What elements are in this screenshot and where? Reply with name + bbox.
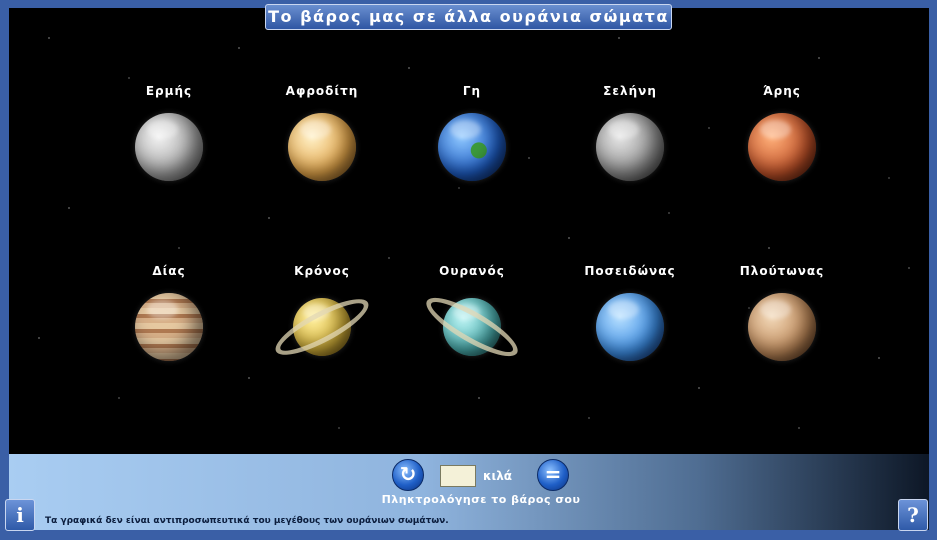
- calculate-button[interactable]: =: [537, 459, 569, 491]
- help-button[interactable]: ?: [898, 499, 928, 531]
- space-background: Ερμής Αφροδίτη Γη Σελήνη Άρης Δίας Κρόνο…: [9, 8, 929, 454]
- weight-input[interactable]: [440, 465, 476, 487]
- planet-label: Γη: [462, 84, 482, 98]
- page-title: Το βάρος μας σε άλλα ουράνια σώματα: [265, 4, 672, 30]
- planet-earth[interactable]: Γη: [397, 84, 547, 192]
- planet-label: Ερμής: [145, 84, 193, 98]
- jupiter-icon: [135, 293, 203, 361]
- planet-label: Αφροδίτη: [285, 84, 359, 98]
- info-icon: i: [16, 503, 24, 527]
- planet-moon[interactable]: Σελήνη: [555, 84, 705, 192]
- planet-neptune[interactable]: Ποσειδώνας: [555, 264, 705, 372]
- mercury-icon: [135, 113, 203, 181]
- moon-icon: [596, 113, 664, 181]
- planet-label: Ουρανός: [439, 264, 505, 278]
- control-panel: ↻ κιλά = Πληκτρολόγησε το βάρος σου Τα γ…: [9, 454, 929, 530]
- planet-label: Δίας: [152, 264, 186, 278]
- planet-label: Πλούτωνας: [739, 264, 825, 278]
- venus-icon: [288, 113, 356, 181]
- pluto-icon: [748, 293, 816, 361]
- planet-label: Κρόνος: [294, 264, 350, 278]
- footnote: Τα γραφικά δεν είναι αντιπροσωπευτικά το…: [45, 516, 449, 526]
- planet-label: Σελήνη: [603, 84, 657, 98]
- planet-jupiter[interactable]: Δίας: [94, 264, 244, 372]
- planet-saturn[interactable]: Κρόνος: [247, 264, 397, 372]
- neptune-icon: [596, 293, 664, 361]
- mars-icon: [748, 113, 816, 181]
- planet-venus[interactable]: Αφροδίτη: [247, 84, 397, 192]
- app-window: Ερμής Αφροδίτη Γη Σελήνη Άρης Δίας Κρόνο…: [0, 0, 937, 540]
- planet-pluto[interactable]: Πλούτωνας: [707, 264, 857, 372]
- planet-mercury[interactable]: Ερμής: [94, 84, 244, 192]
- equals-icon: =: [544, 462, 562, 486]
- planet-uranus[interactable]: Ουρανός: [397, 264, 547, 372]
- refresh-button[interactable]: ↻: [392, 459, 424, 491]
- weight-prompt: Πληκτρολόγησε το βάρος σου: [381, 493, 581, 506]
- help-icon: ?: [907, 503, 919, 527]
- earth-icon: [438, 113, 506, 181]
- planet-label: Ποσειδώνας: [584, 264, 676, 278]
- planet-mars[interactable]: Άρης: [707, 84, 857, 192]
- unit-label: κιλά: [483, 469, 513, 483]
- planet-label: Άρης: [763, 84, 801, 98]
- info-button[interactable]: i: [5, 499, 35, 531]
- refresh-icon: ↻: [399, 462, 417, 486]
